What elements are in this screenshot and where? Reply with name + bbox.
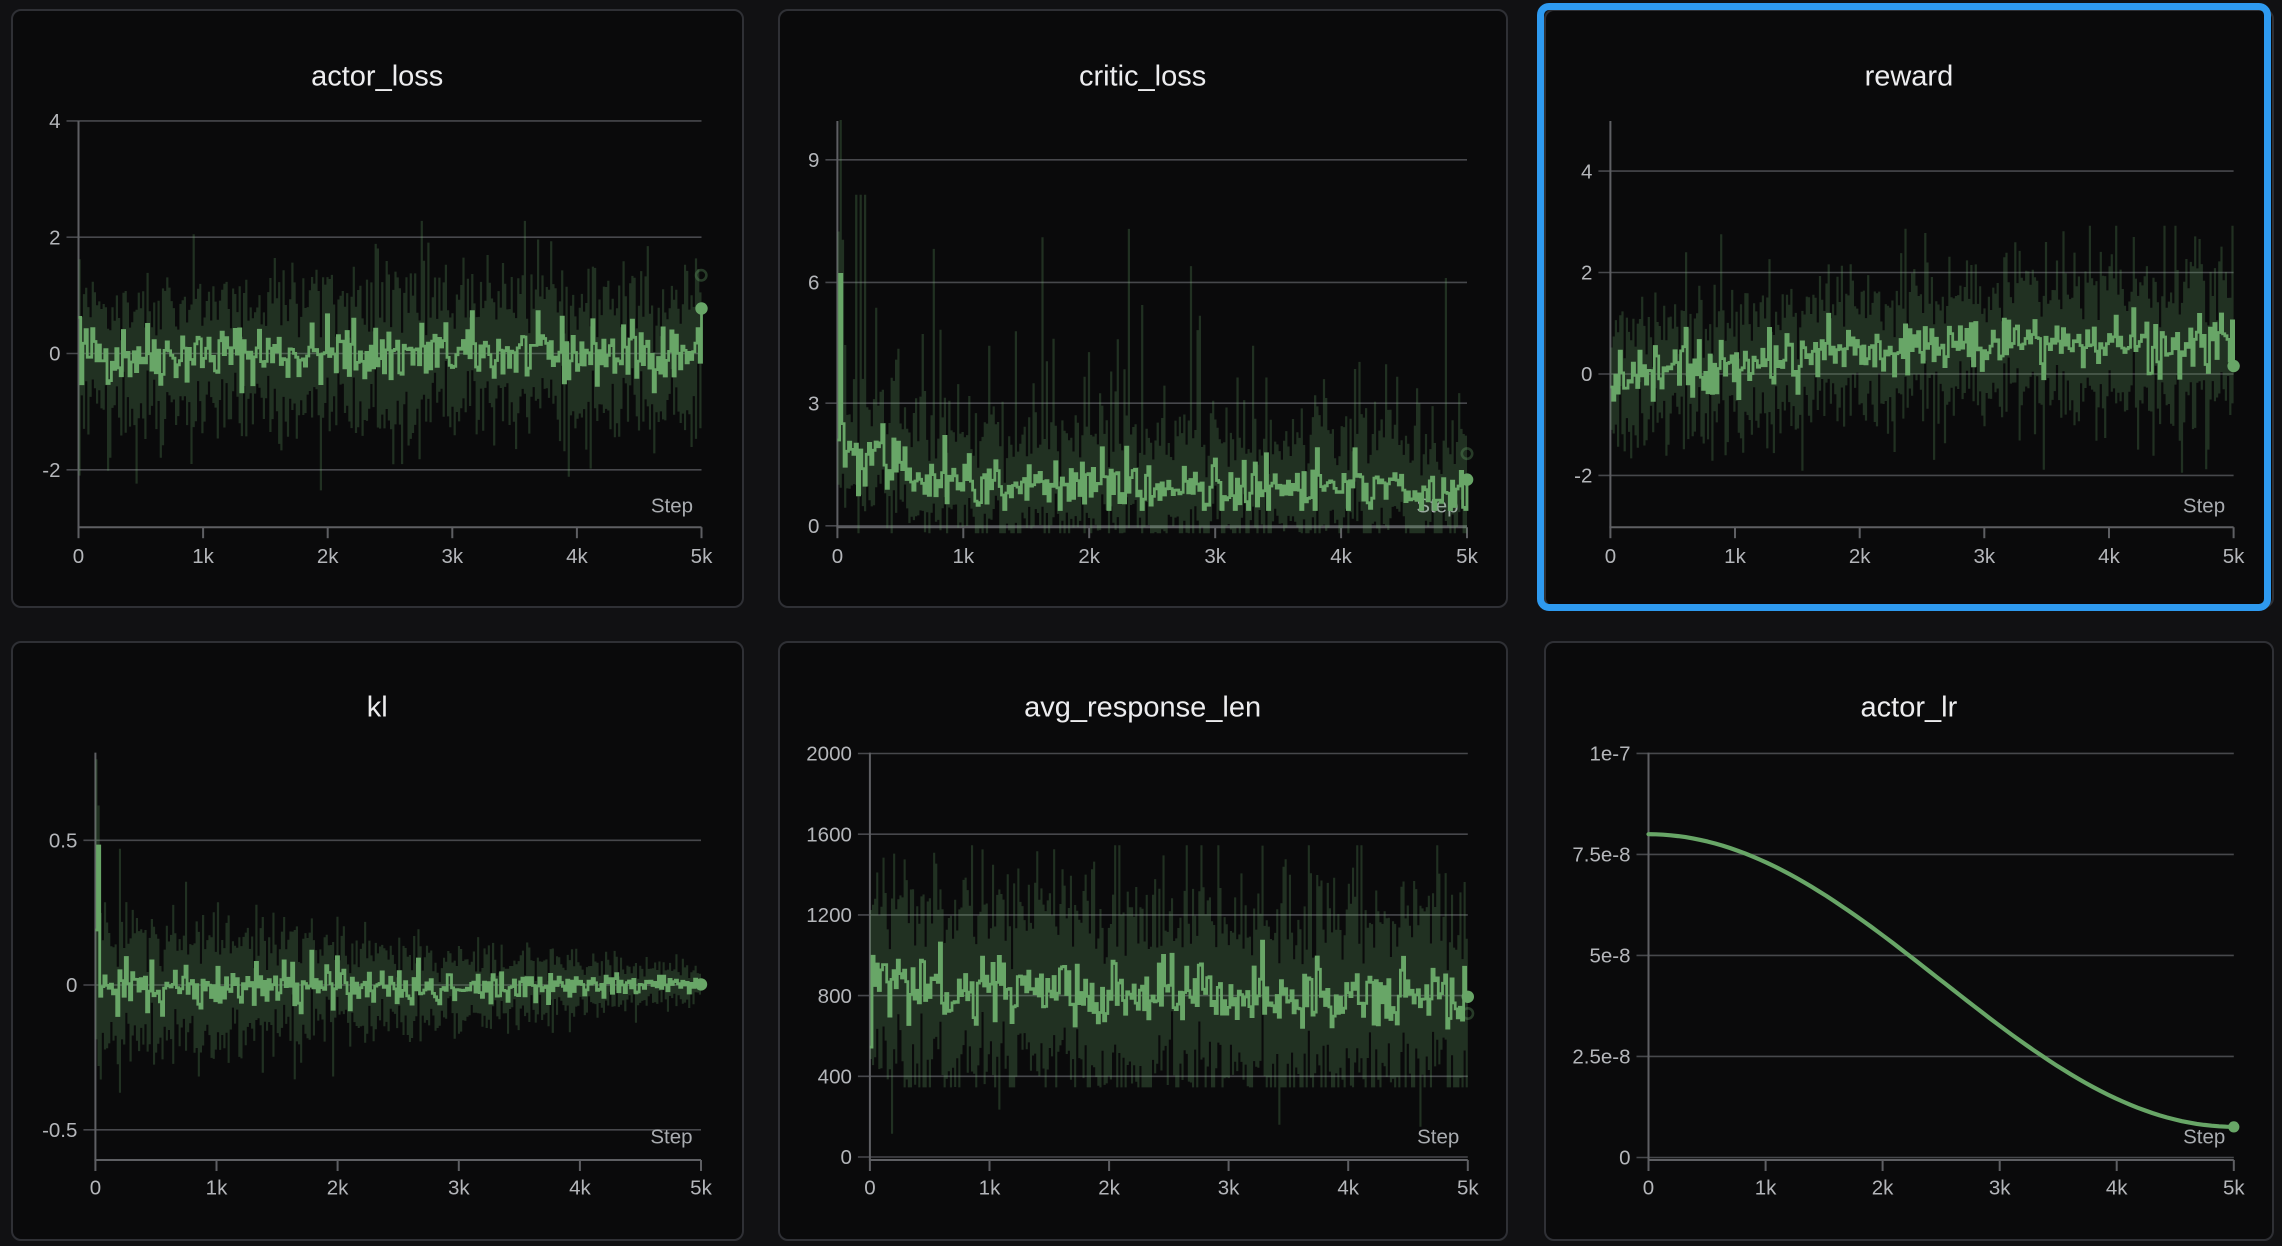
- svg-text:0: 0: [66, 974, 77, 997]
- svg-text:critic_loss: critic_loss: [1079, 61, 1206, 93]
- svg-text:0: 0: [1619, 1147, 1630, 1170]
- svg-text:0: 0: [840, 1146, 851, 1169]
- svg-text:9: 9: [808, 149, 819, 172]
- svg-text:3: 3: [808, 392, 819, 415]
- svg-text:800: 800: [818, 985, 852, 1008]
- svg-text:0: 0: [808, 515, 819, 538]
- svg-text:1600: 1600: [806, 823, 852, 846]
- svg-text:0: 0: [1643, 1177, 1654, 1200]
- svg-text:0: 0: [49, 343, 60, 366]
- svg-text:4k: 4k: [1330, 545, 1352, 568]
- svg-text:2k: 2k: [1098, 1177, 1120, 1200]
- svg-text:1e-7: 1e-7: [1589, 743, 1630, 766]
- svg-text:4k: 4k: [566, 545, 588, 568]
- svg-text:4: 4: [49, 110, 60, 133]
- svg-text:2000: 2000: [806, 743, 852, 766]
- svg-text:3k: 3k: [1204, 545, 1226, 568]
- svg-text:1k: 1k: [952, 545, 974, 568]
- svg-text:400: 400: [818, 1066, 852, 1089]
- svg-text:0: 0: [864, 1177, 875, 1200]
- svg-text:1200: 1200: [806, 904, 852, 927]
- svg-text:7.5e-8: 7.5e-8: [1572, 844, 1630, 867]
- svg-text:3k: 3k: [1989, 1177, 2011, 1200]
- svg-text:5k: 5k: [691, 545, 713, 568]
- svg-text:1k: 1k: [979, 1177, 1001, 1200]
- svg-text:2: 2: [49, 226, 60, 249]
- svg-text:1k: 1k: [1755, 1177, 1777, 1200]
- svg-text:Step: Step: [651, 495, 693, 518]
- svg-text:5k: 5k: [690, 1177, 712, 1200]
- svg-text:actor_loss: actor_loss: [311, 61, 443, 93]
- svg-text:Step: Step: [2183, 1126, 2225, 1149]
- svg-text:3k: 3k: [448, 1177, 470, 1200]
- svg-text:3k: 3k: [1218, 1177, 1240, 1200]
- svg-text:4k: 4k: [1337, 1177, 1359, 1200]
- svg-text:5e-8: 5e-8: [1589, 945, 1630, 968]
- svg-text:5k: 5k: [2223, 1177, 2245, 1200]
- svg-text:2k: 2k: [327, 1177, 349, 1200]
- svg-text:-0.5: -0.5: [42, 1119, 77, 1142]
- svg-text:actor_lr: actor_lr: [1861, 692, 1958, 724]
- svg-text:2k: 2k: [1078, 545, 1100, 568]
- svg-text:5k: 5k: [1457, 1177, 1479, 1200]
- svg-text:1k: 1k: [192, 545, 214, 568]
- svg-text:6: 6: [808, 272, 819, 295]
- svg-text:2k: 2k: [1872, 1177, 1894, 1200]
- svg-text:0: 0: [73, 545, 84, 568]
- svg-text:2k: 2k: [317, 545, 339, 568]
- svg-text:0: 0: [90, 1177, 101, 1200]
- svg-text:4k: 4k: [569, 1177, 591, 1200]
- svg-text:1k: 1k: [206, 1177, 228, 1200]
- svg-text:-2: -2: [42, 459, 60, 482]
- svg-text:avg_response_len: avg_response_len: [1024, 692, 1261, 724]
- svg-text:0: 0: [832, 545, 843, 568]
- svg-text:5k: 5k: [1456, 545, 1478, 568]
- svg-text:2.5e-8: 2.5e-8: [1572, 1046, 1630, 1069]
- svg-text:Step: Step: [1417, 1126, 1459, 1149]
- svg-text:kl: kl: [367, 692, 388, 724]
- svg-text:0.5: 0.5: [49, 830, 78, 853]
- svg-text:3k: 3k: [441, 545, 463, 568]
- svg-text:4k: 4k: [2106, 1177, 2128, 1200]
- svg-text:Step: Step: [650, 1126, 692, 1149]
